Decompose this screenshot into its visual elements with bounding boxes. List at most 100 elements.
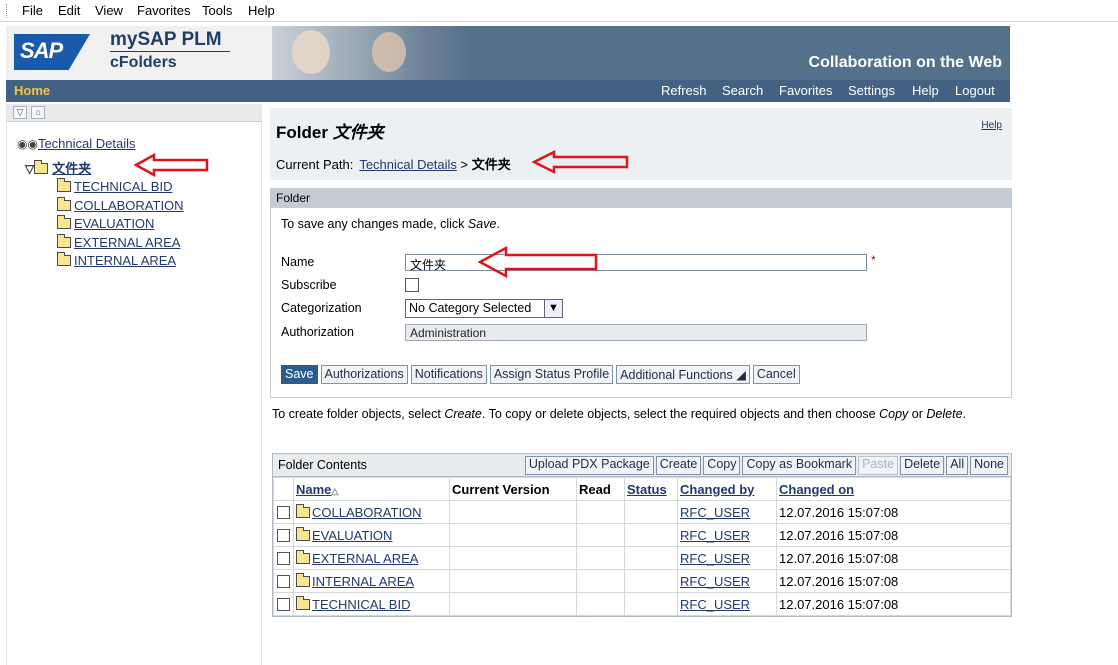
help-link[interactable]: Help: [981, 120, 1002, 131]
row-changed-by-link[interactable]: RFC_USER: [680, 574, 750, 589]
tree-item-label[interactable]: COLLABORATION: [74, 198, 184, 213]
tree-item-collaboration[interactable]: COLLABORATION: [57, 197, 184, 213]
row-name-cell: TECHNICAL BID: [293, 592, 450, 616]
notifications-button[interactable]: Notifications: [410, 365, 487, 384]
nav-search[interactable]: Search: [722, 83, 763, 98]
row-checkbox[interactable]: [277, 551, 290, 565]
column-changed-on-label[interactable]: Changed on: [779, 482, 854, 497]
nav-help[interactable]: Help: [912, 83, 939, 98]
chevron-down-icon[interactable]: ▼: [544, 300, 562, 317]
product-title: mySAP PLM: [110, 29, 222, 50]
menu-view[interactable]: View: [95, 3, 123, 18]
copy-bookmark-button[interactable]: Copy as Bookmark: [742, 456, 857, 475]
row-name-cell: INTERNAL AREA: [293, 569, 450, 593]
row-read-cell: [576, 569, 625, 593]
subscribe-checkbox[interactable]: [405, 278, 419, 292]
copy-button[interactable]: Copy: [703, 456, 741, 475]
delete-button[interactable]: Delete: [900, 456, 945, 475]
row-status-cell: [624, 592, 678, 616]
menu-tools[interactable]: Tools: [202, 3, 232, 18]
row-changed-on-cell: 12.07.2016 15:07:08: [776, 500, 1011, 524]
name-field[interactable]: 文件夹: [405, 254, 867, 272]
column-changed-by-label[interactable]: Changed by: [680, 482, 754, 497]
expand-icon[interactable]: ▽: [25, 162, 34, 176]
create-button[interactable]: Create: [655, 456, 702, 475]
authorizations-button[interactable]: Authorizations: [320, 365, 408, 384]
tree-root[interactable]: ◉◉Technical Details: [17, 136, 136, 151]
row-checkbox-cell: [273, 523, 294, 547]
name-label: Name: [281, 255, 315, 269]
column-name-label[interactable]: Name: [296, 482, 331, 497]
row-checkbox-cell: [273, 546, 294, 570]
row-changed-by-link[interactable]: RFC_USER: [680, 551, 750, 566]
row-checkbox[interactable]: [277, 597, 290, 611]
additional-functions-button[interactable]: Additional Functions ◢: [616, 365, 750, 384]
save-hint: To save any changes made, click Save.: [281, 217, 500, 231]
category-select-value: No Category Selected: [409, 301, 532, 315]
tree-item-evaluation[interactable]: EVALUATION: [57, 215, 154, 231]
breadcrumb-link[interactable]: Technical Details: [359, 157, 457, 172]
row-changed-by-link[interactable]: RFC_USER: [680, 505, 750, 520]
row-name-cell: EVALUATION: [293, 523, 450, 547]
nav-settings[interactable]: Settings: [848, 83, 895, 98]
tree-item-external-area[interactable]: EXTERNAL AREA: [57, 234, 180, 250]
up-level-icon[interactable]: ⌂: [31, 106, 45, 119]
tree-item-selected[interactable]: ▽ 文件夹: [25, 158, 91, 177]
row-checkbox[interactable]: [277, 574, 290, 588]
tree-item-label[interactable]: EXTERNAL AREA: [74, 235, 180, 250]
tree-item-label[interactable]: INTERNAL AREA: [74, 253, 176, 268]
save-button[interactable]: Save: [281, 365, 318, 384]
create-hint-text: .: [962, 407, 967, 421]
row-changed-by-link[interactable]: RFC_USER: [680, 528, 750, 543]
row-checkbox[interactable]: [277, 528, 290, 542]
tree-root-label[interactable]: Technical Details: [38, 136, 136, 151]
column-status-label[interactable]: Status: [627, 482, 667, 497]
folder-icon: [57, 252, 71, 266]
cancel-button[interactable]: Cancel: [752, 365, 800, 384]
sort-ascending-icon[interactable]: △: [331, 486, 338, 496]
select-all-button[interactable]: All: [946, 456, 969, 475]
nav-favorites[interactable]: Favorites: [779, 83, 832, 98]
row-name-link[interactable]: EVALUATION: [312, 528, 392, 543]
row-name-link[interactable]: INTERNAL AREA: [312, 574, 414, 589]
row-name-link[interactable]: TECHNICAL BID: [312, 597, 410, 612]
tree-item-internal-area[interactable]: INTERNAL AREA: [57, 252, 176, 268]
column-status[interactable]: Status: [624, 477, 678, 501]
row-name-link[interactable]: COLLABORATION: [312, 505, 422, 520]
menu-help[interactable]: Help: [248, 3, 275, 18]
column-changed-on[interactable]: Changed on: [776, 477, 1011, 501]
assign-status-profile-button[interactable]: Assign Status Profile: [489, 365, 614, 384]
folder-open-icon: [34, 160, 49, 174]
column-current-version: Current Version: [449, 477, 577, 501]
menu-edit[interactable]: Edit: [58, 3, 80, 18]
row-changed-by-link[interactable]: RFC_USER: [680, 597, 750, 612]
folder-panel-header: Folder: [271, 189, 1011, 208]
home-link[interactable]: Home: [14, 83, 50, 98]
folder-icon: [296, 572, 310, 587]
tree-selected-label[interactable]: 文件夹: [52, 161, 91, 176]
row-changed-by-cell: RFC_USER: [677, 523, 777, 547]
tree-item-label[interactable]: TECHNICAL BID: [74, 179, 172, 194]
upload-pdx-button[interactable]: Upload PDX Package: [524, 456, 654, 475]
tree-item-label[interactable]: EVALUATION: [74, 216, 154, 231]
row-name-link[interactable]: EXTERNAL AREA: [312, 551, 418, 566]
menu-bar: File Edit View Favorites Tools Help: [0, 0, 1118, 22]
column-name[interactable]: Name△: [293, 477, 450, 501]
menu-favorites[interactable]: Favorites: [137, 3, 190, 18]
tree-item-technical-bid[interactable]: TECHNICAL BID: [57, 178, 172, 194]
row-checkbox[interactable]: [277, 505, 290, 519]
row-checkbox-cell: [273, 500, 294, 524]
select-none-button[interactable]: None: [970, 456, 1008, 475]
create-hint-copy: Copy: [879, 407, 909, 421]
nav-refresh[interactable]: Refresh: [661, 83, 707, 98]
breadcrumb-current: 文件夹: [471, 157, 511, 172]
table-row: COLLABORATION RFC_USER 12.07.2016 15:07:…: [273, 500, 1011, 524]
menu-file[interactable]: File: [22, 3, 43, 18]
row-changed-on-cell: 12.07.2016 15:07:08: [776, 523, 1011, 547]
category-select[interactable]: No Category Selected ▼: [405, 299, 563, 318]
banner-photo-person: [372, 32, 406, 72]
column-changed-by[interactable]: Changed by: [677, 477, 777, 501]
collapse-all-icon[interactable]: ▽: [13, 106, 27, 119]
folder-icon: [296, 549, 310, 564]
nav-logout[interactable]: Logout: [955, 83, 995, 98]
